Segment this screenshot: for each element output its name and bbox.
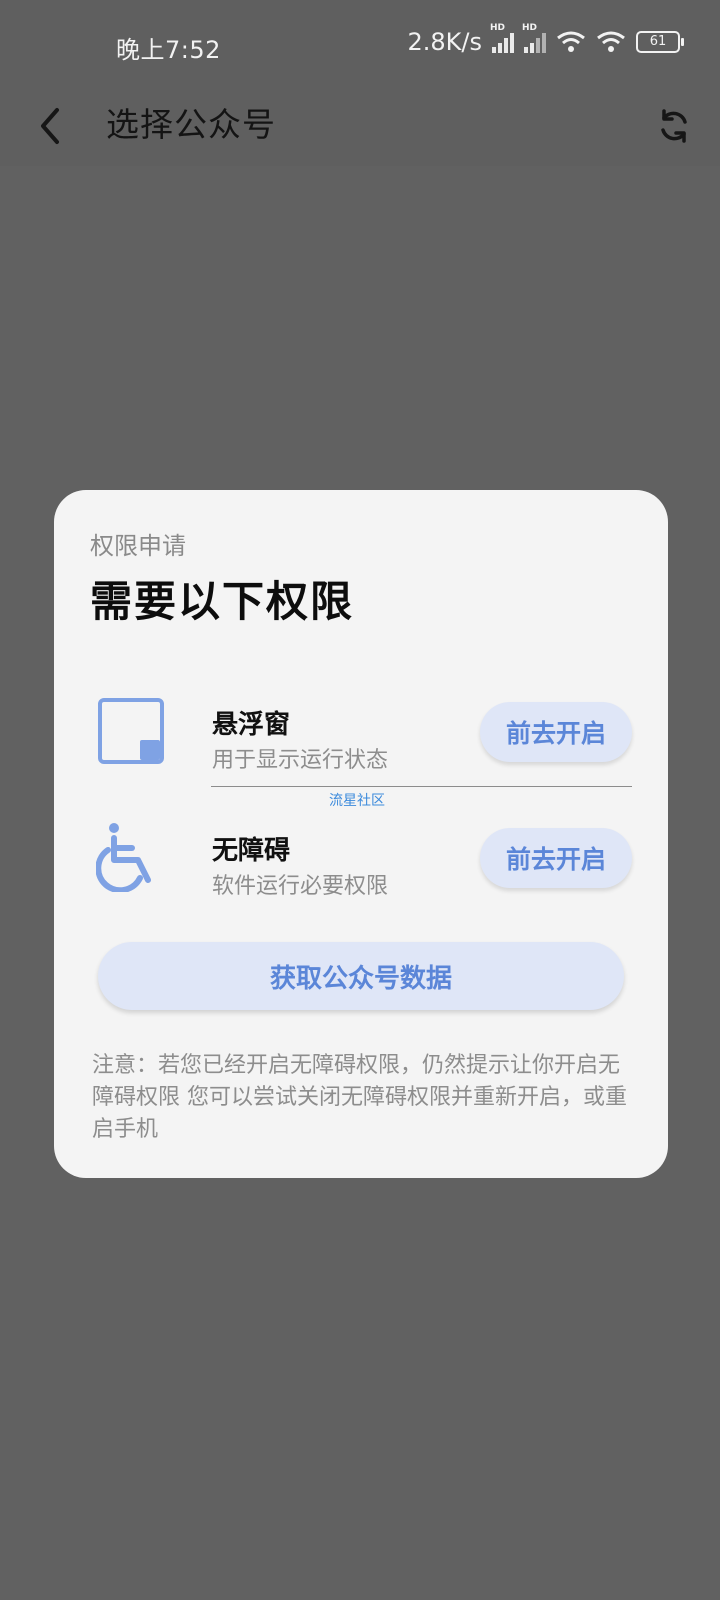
wifi-icon bbox=[557, 31, 585, 52]
dialog-subtitle: 权限申请 bbox=[90, 532, 186, 560]
status-icons: 2.8K/s HD HD 61 bbox=[407, 23, 684, 56]
signal-hd-badge: HD bbox=[522, 23, 538, 33]
enable-floating-window-button[interactable]: 前去开启 bbox=[480, 702, 632, 762]
status-bar: 晚上7:52 2.8K/s HD HD 61 bbox=[0, 0, 720, 86]
accessibility-icon bbox=[96, 823, 151, 892]
signal-icon: HD bbox=[522, 23, 546, 53]
chevron-left-icon bbox=[41, 108, 59, 144]
note-text: 注意：若您已经开启无障碍权限，仍然提示让你开启无障碍权限 您可以尝试关闭无障碍权… bbox=[92, 1053, 627, 1142]
wifi-icon bbox=[597, 31, 625, 52]
signal-icon: HD bbox=[490, 23, 514, 53]
divider bbox=[211, 786, 632, 787]
floating-window-icon bbox=[98, 698, 164, 764]
permission-row-floating-window: 悬浮窗 用于显示运行状态 前去开启 bbox=[54, 680, 668, 790]
permission-description: 软件运行必要权限 bbox=[212, 874, 389, 899]
status-time: 晚上7:52 bbox=[116, 36, 221, 64]
enable-accessibility-button[interactable]: 前去开启 bbox=[480, 828, 632, 888]
refresh-button[interactable] bbox=[646, 98, 702, 154]
app-bar: 选择公众号 bbox=[0, 86, 720, 166]
refresh-icon bbox=[661, 109, 687, 143]
permission-row-accessibility: 无障碍 软件运行必要权限 前去开启 bbox=[54, 806, 668, 916]
permission-dialog: 权限申请 需要以下权限 悬浮窗 用于显示运行状态 前去开启 流星社区 无障碍 软… bbox=[54, 490, 668, 1178]
page-title: 选择公众号 bbox=[106, 105, 276, 144]
dialog-title: 需要以下权限 bbox=[90, 577, 355, 626]
permission-title: 无障碍 bbox=[212, 836, 291, 866]
back-button[interactable] bbox=[24, 100, 76, 152]
fetch-account-data-button[interactable]: 获取公众号数据 bbox=[98, 942, 624, 1010]
permission-description: 用于显示运行状态 bbox=[212, 748, 389, 773]
network-speed: 2.8K/s bbox=[407, 28, 483, 56]
signal-hd-badge: HD bbox=[490, 23, 506, 33]
battery-icon: 61 bbox=[636, 31, 684, 53]
permission-title: 悬浮窗 bbox=[212, 710, 291, 740]
